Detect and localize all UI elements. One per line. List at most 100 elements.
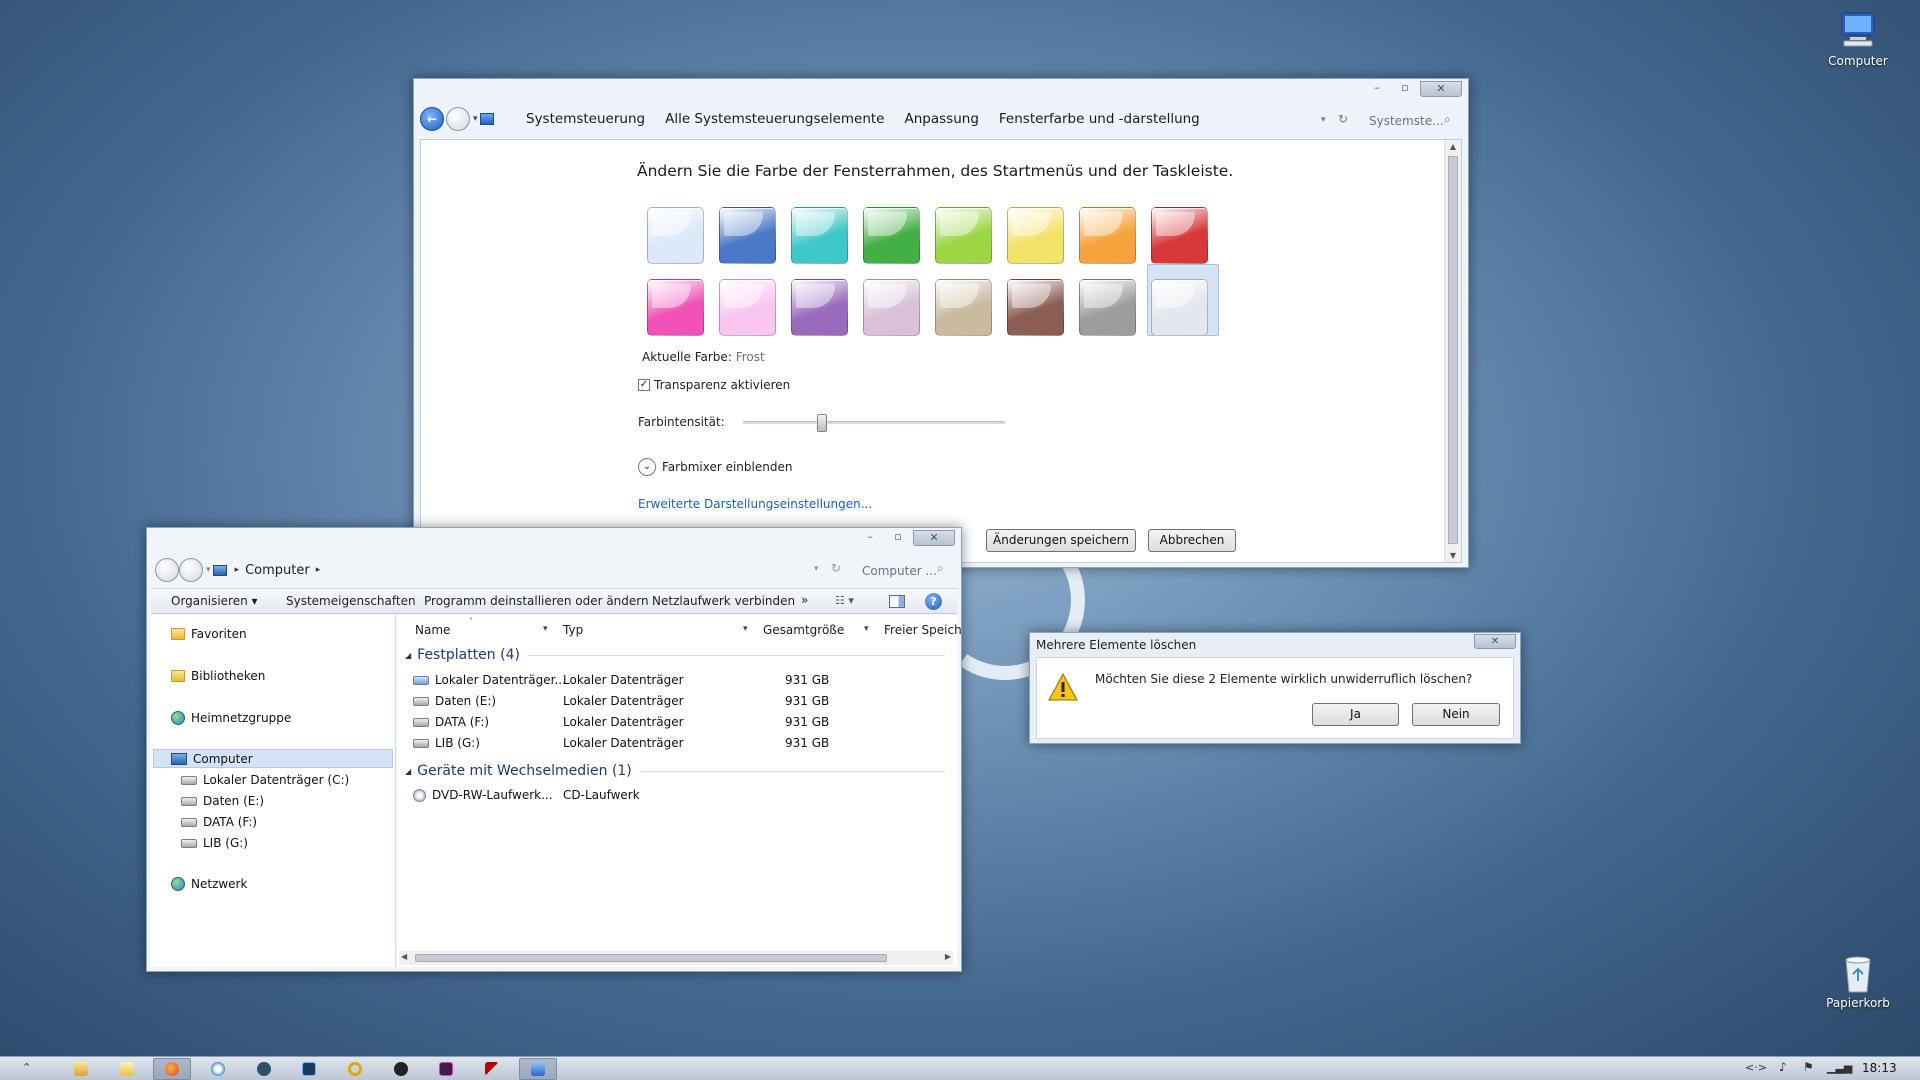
taskbar-notes[interactable] — [108, 1058, 146, 1080]
column-header-total-size[interactable]: Gesamtgröße — [763, 623, 844, 637]
more-commands-button[interactable]: » — [801, 593, 808, 607]
desktop-icon-computer[interactable]: Computer — [1818, 10, 1898, 68]
clock[interactable]: 18:13 — [1862, 1061, 1897, 1075]
color-swatch-rubinrot[interactable] — [1151, 207, 1208, 264]
refresh-icon[interactable]: ↻ — [1338, 112, 1348, 126]
color-swatch-blatt[interactable] — [863, 207, 920, 264]
group-header[interactable]: ◢ Festplatten (4) — [405, 647, 945, 663]
column-filter-arrow[interactable]: ▾ — [864, 624, 869, 634]
map-network-drive-button[interactable]: Netzlaufwerk verbinden — [652, 594, 795, 608]
view-options-icon[interactable]: ☷ ▾ — [835, 594, 854, 607]
uninstall-program-button[interactable]: Programm deinstallieren oder ändern — [424, 594, 649, 608]
scroll-left-icon[interactable]: ◀ — [401, 952, 407, 961]
nav-drive-g[interactable]: LIB (G:) — [181, 836, 248, 850]
organize-button[interactable]: Organisieren ▾ — [171, 594, 258, 608]
address-dropdown-arrow[interactable]: ▾ — [1321, 115, 1326, 125]
back-button[interactable]: ← — [420, 107, 444, 131]
column-header-type[interactable]: Typ — [563, 623, 583, 637]
color-swatch-violett[interactable] — [791, 279, 848, 336]
color-swatch-dämmerung[interactable] — [719, 207, 776, 264]
yes-button[interactable]: Ja — [1312, 703, 1399, 726]
system-properties-button[interactable]: Systemeigenschaften — [286, 594, 416, 608]
color-swatch-sonne[interactable] — [1007, 207, 1064, 264]
scrollbar-thumb[interactable] — [1448, 156, 1458, 544]
close-button[interactable]: ✕ — [1420, 81, 1462, 97]
taskbar-control-panel[interactable] — [519, 1058, 557, 1080]
nav-drive-c[interactable]: Lokaler Datenträger (C:) — [181, 773, 349, 787]
back-button[interactable] — [155, 558, 179, 582]
taskbar-itunes[interactable] — [199, 1058, 237, 1080]
color-swatch-taupe[interactable] — [935, 279, 992, 336]
close-button[interactable]: ✕ — [913, 530, 955, 546]
forward-button[interactable] — [446, 107, 470, 131]
search-input[interactable]: Systemste... — [1369, 114, 1444, 128]
address-dropdown-arrow[interactable]: ▾ — [814, 564, 819, 574]
start-button[interactable]: ⌃ — [22, 1061, 31, 1074]
refresh-icon[interactable]: ↻ — [831, 561, 841, 575]
help-icon[interactable]: ? — [925, 593, 942, 610]
scroll-right-icon[interactable]: ▶ — [945, 952, 951, 961]
column-filter-arrow[interactable]: ▾ — [543, 624, 548, 634]
taskbar-app[interactable] — [245, 1058, 283, 1080]
color-mixer-toggle[interactable]: ⌄ Farbmixer einblenden — [638, 458, 792, 476]
nav-drive-e[interactable]: Daten (E:) — [181, 794, 264, 808]
taskbar-steam[interactable] — [382, 1058, 420, 1080]
color-swatch-pink[interactable] — [719, 279, 776, 336]
nav-computer[interactable]: Computer — [171, 752, 253, 766]
maximize-button[interactable]: ▫ — [885, 530, 911, 546]
color-swatch-fuchsie[interactable] — [647, 279, 704, 336]
taskbar-photoshop[interactable] — [290, 1058, 328, 1080]
minimize-button[interactable]: – — [857, 530, 883, 546]
column-header-name[interactable]: Name — [415, 623, 450, 637]
taskbar-filezilla[interactable] — [473, 1058, 511, 1080]
nav-libraries[interactable]: Bibliotheken — [171, 669, 265, 683]
breadcrumb-item[interactable]: Anpassung — [905, 111, 979, 127]
color-swatch-himmel[interactable] — [647, 207, 704, 264]
taskbar-explorer[interactable] — [62, 1058, 100, 1080]
volume-icon[interactable]: ♪ — [1779, 1060, 1787, 1074]
color-swatch-frost[interactable] — [1151, 279, 1208, 336]
nav-network[interactable]: Netzwerk — [171, 877, 247, 891]
table-row[interactable]: DVD-RW-Laufwerk... — [413, 788, 553, 802]
save-changes-button[interactable]: Änderungen speichern — [986, 529, 1136, 552]
nav-homegroup[interactable]: Heimnetzgruppe — [171, 711, 291, 725]
taskbar-illustrator[interactable] — [427, 1058, 465, 1080]
recent-pages-arrow[interactable]: ▾ — [206, 565, 211, 575]
scroll-up-icon[interactable]: ▲ — [1445, 142, 1461, 151]
column-header-free-space[interactable]: Freier Speich — [884, 623, 962, 637]
taskbar-search-app[interactable] — [336, 1058, 374, 1080]
intensity-slider-thumb[interactable] — [816, 414, 827, 432]
horizontal-scrollbar[interactable]: ◀ ▶ — [399, 951, 953, 965]
close-button[interactable]: ✕ — [1474, 634, 1516, 649]
breadcrumb-computer[interactable]: Computer — [245, 563, 310, 578]
breadcrumb-item[interactable]: Alle Systemsteuerungselemente — [665, 111, 884, 127]
cancel-button[interactable]: Abbrechen — [1148, 529, 1236, 552]
table-row[interactable]: DATA (F:) — [413, 715, 489, 729]
nav-drive-f[interactable]: DATA (F:) — [181, 815, 257, 829]
minimize-button[interactable]: – — [1364, 81, 1390, 97]
transparency-checkbox[interactable]: ✓ — [638, 379, 650, 391]
action-center-flag-icon[interactable]: ⚑ — [1803, 1060, 1814, 1074]
color-swatch-schiefer[interactable] — [1079, 279, 1136, 336]
network-tray-icon[interactable]: <·> — [1745, 1061, 1767, 1074]
forward-button[interactable] — [179, 558, 203, 582]
vertical-scrollbar[interactable]: ▲ ▼ — [1444, 140, 1461, 562]
no-button[interactable]: Nein — [1412, 703, 1500, 726]
table-row[interactable]: LIB (G:) — [413, 736, 480, 750]
table-row[interactable]: Lokaler Datenträger... — [413, 673, 566, 687]
signal-icon[interactable]: ▁▃▅ — [1827, 1061, 1852, 1074]
preview-pane-icon[interactable] — [889, 595, 905, 608]
scroll-down-icon[interactable]: ▼ — [1445, 551, 1461, 560]
maximize-button[interactable]: ▫ — [1392, 81, 1418, 97]
group-header[interactable]: ◢ Geräte mit Wechselmedien (1) — [405, 763, 945, 779]
intensity-slider-track[interactable] — [743, 421, 1005, 424]
color-swatch-schokolade[interactable] — [1007, 279, 1064, 336]
scrollbar-thumb[interactable] — [415, 954, 887, 962]
taskbar-firefox[interactable] — [153, 1058, 191, 1080]
color-swatch-meer[interactable] — [791, 207, 848, 264]
color-swatch-limette[interactable] — [935, 207, 992, 264]
desktop-icon-recycle-bin[interactable]: Papierkorb — [1818, 952, 1898, 1010]
color-swatch-kürbis[interactable] — [1079, 207, 1136, 264]
advanced-settings-link[interactable]: Erweiterte Darstellungseinstellungen... — [638, 497, 872, 511]
search-input[interactable]: Computer ... — [862, 564, 937, 578]
